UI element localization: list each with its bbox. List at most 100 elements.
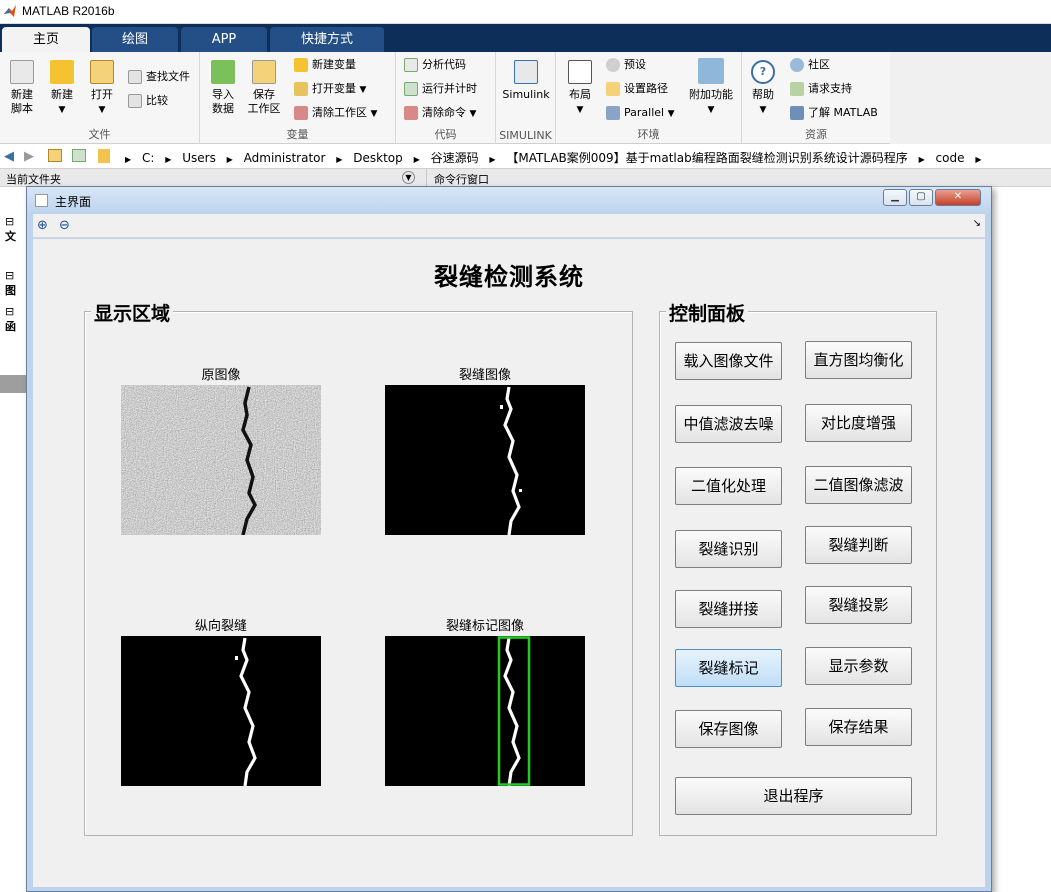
breadcrumb-item[interactable]: Desktop [353,151,403,165]
layout-icon [568,60,592,84]
binarize-button[interactable]: 二值化处理 [675,467,782,505]
axes-title-vertical: 纵向裂缝 [194,619,247,634]
crack-identify-button[interactable]: 裂缝识别 [675,530,782,568]
breadcrumb-separator-icon: ▶ [336,155,343,164]
compare-button[interactable]: 比较 [128,92,168,110]
save-image-button[interactable]: 保存图像 [675,710,782,748]
analyze-code-button[interactable]: 分析代码 [404,56,466,74]
community-button[interactable]: 社区 [790,56,830,74]
tab-apps[interactable]: APP [181,27,267,52]
exit-button[interactable]: 退出程序 [675,777,912,815]
control-panel-title: 控制面板 [666,299,749,326]
minimize-button[interactable]: ▁ [883,189,907,206]
command-window-pane[interactable] [992,187,1051,892]
figure-title-bar: 主界面 ▁ ▢ ✕ [27,187,991,213]
up-folder-icon[interactable] [48,149,62,162]
zoom-out-icon[interactable]: ⊖ [59,218,70,233]
add-ons-icon [698,58,724,84]
figure-window-title: 主界面 [55,195,92,209]
layout-button[interactable]: 布局 ▼ [564,60,596,117]
marked-crack-image [385,636,585,786]
matlab-logo-icon [4,5,16,17]
new-button[interactable]: 新建 ▼ [46,60,78,117]
breadcrumb-item[interactable]: Users [182,151,216,165]
run-and-time-button[interactable]: 运行并计时 [404,80,477,98]
breadcrumb-item[interactable]: C: [142,151,154,165]
forward-arrow-icon[interactable]: ▶ [24,149,34,164]
add-ons-button[interactable]: 附加功能 ▼ [684,58,738,117]
breadcrumb-separator-icon: ▶ [975,155,982,164]
tree-item[interactable]: ⊟ 图 [5,269,28,298]
breadcrumb-separator-icon: ▶ [165,155,172,164]
help-button[interactable]: ? 帮助 ▼ [748,60,778,117]
open-variable-button[interactable]: 打开变量 ▼ [294,80,366,98]
crack-mark-button[interactable]: 裂缝标记 [675,649,782,687]
save-workspace-button[interactable]: 保存 工作区 [246,60,282,116]
clear-workspace-button[interactable]: 清除工作区 ▼ [294,104,377,122]
clear-commands-icon [404,106,418,120]
display-panel-title: 显示区域 [91,299,174,326]
new-script-button[interactable]: 新建 脚本 [6,60,38,116]
median-filter-button[interactable]: 中值滤波去噪 [675,405,782,443]
import-arrow-icon [211,60,235,84]
ribbon-group-resources: ? 帮助 ▼ 社区 请求支持 了解 MATLAB 资源 [742,52,890,144]
current-folder-title: 当前文件夹 [6,173,61,186]
back-arrow-icon[interactable]: ◀ [4,149,14,164]
crack-binary-image [385,385,585,535]
tree-item[interactable]: ⊟ 文 [5,215,28,244]
simulink-icon [514,60,538,84]
ribbon-tab-strip: 主页 绘图 APP 快捷方式 [0,24,1051,52]
crack-splice-button[interactable]: 裂缝拼接 [675,590,782,628]
close-button[interactable]: ✕ [935,189,981,206]
zoom-in-icon[interactable]: ⊕ [37,218,48,233]
find-files-button[interactable]: 查找文件 [128,68,190,86]
crack-projection-button[interactable]: 裂缝投影 [805,586,912,624]
request-support-icon [790,82,804,96]
pane-menu-icon[interactable]: ▼ [402,171,415,184]
show-params-button[interactable]: 显示参数 [805,647,912,685]
chevron-down-icon: ▼ [359,85,367,95]
toolbar-overflow-icon[interactable]: ↘ [973,218,981,229]
crack-judge-button[interactable]: 裂缝判断 [805,526,912,564]
gear-icon [606,58,620,72]
selected-row[interactable] [0,375,28,393]
histogram-equalize-button[interactable]: 直方图均衡化 [805,341,912,379]
save-results-button[interactable]: 保存结果 [805,708,912,746]
request-support-button[interactable]: 请求支持 [790,80,852,98]
clear-commands-button[interactable]: 清除命令 ▼ [404,104,476,122]
breadcrumb-item[interactable]: Administrator [244,151,326,165]
group-label-variable: 变量 [286,128,309,141]
set-path-button[interactable]: 设置路径 [606,80,668,98]
tab-plots[interactable]: 绘图 [92,27,178,52]
parallel-icon [606,106,620,120]
tree-item[interactable]: ⊟ 函 [5,305,28,334]
breadcrumb-item[interactable]: 谷速源码 [431,151,479,165]
axes-title-original: 原图像 [201,368,241,383]
pane-divider[interactable] [426,169,427,187]
chevron-down-icon: ▼ [469,109,477,119]
browse-folder-icon[interactable] [72,149,86,162]
axes-vertical-crack [121,636,321,786]
contrast-enhance-button[interactable]: 对比度增强 [805,404,912,442]
learn-matlab-button[interactable]: 了解 MATLAB [790,104,878,122]
ribbon-empty-area [890,52,1051,144]
current-folder-pane: ⊟ 文 ⊟ 图 ⊟ 函 [0,187,28,892]
tab-home[interactable]: 主页 [2,27,90,52]
load-image-button[interactable]: 载入图像文件 [675,342,782,380]
chevron-down-icon: ▼ [58,105,66,115]
tab-shortcuts[interactable]: 快捷方式 [270,27,384,52]
axes-marked-image [385,636,585,786]
analyze-code-icon [404,58,418,72]
chevron-down-icon: ▼ [576,105,584,115]
breadcrumb-item[interactable]: code [936,151,965,165]
new-variable-button[interactable]: 新建变量 [294,56,356,74]
import-data-button[interactable]: 导入 数据 [208,60,238,116]
breadcrumb-item[interactable]: 【MATLAB案例009】基于matlab编程路面裂缝检测识别系统设计源码程序 [506,151,907,165]
parallel-button[interactable]: Parallel ▼ [606,104,675,122]
ribbon-group-variable: 导入 数据 保存 工作区 新建变量 打开变量 ▼ 清除工作区 ▼ 变量 [200,52,396,144]
simulink-button[interactable]: Simulink [500,60,552,102]
open-button[interactable]: 打开 ▼ [86,60,118,117]
maximize-button[interactable]: ▢ [909,189,933,206]
preferences-button[interactable]: 预设 [606,56,646,74]
binary-filter-button[interactable]: 二值图像滤波 [805,466,912,504]
